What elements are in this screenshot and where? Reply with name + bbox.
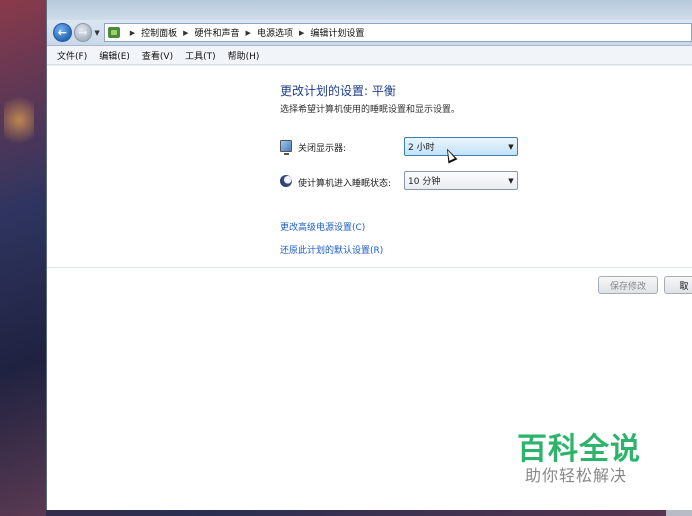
chevron-right-icon[interactable]: ▶ [183, 29, 188, 37]
menu-bar: 文件(F) 编辑(E) 查看(V) 工具(T) 帮助(H) [47, 46, 692, 65]
address-bar[interactable]: ▶ 控制面板 ▶ 硬件和声音 ▶ 电源选项 ▶ 编辑计划设置 [103, 23, 692, 42]
turn-off-display-label: 关闭显示器: [298, 144, 347, 154]
breadcrumb-power-options[interactable]: 电源选项 [257, 26, 293, 39]
monitor-icon [280, 140, 292, 155]
navigation-bar: ← → ▼ ▶ 控制面板 ▶ 硬件和声音 ▶ 电源选项 ▶ 编辑计划设置 [47, 20, 692, 46]
chevron-right-icon[interactable]: ▶ [246, 29, 251, 37]
divider [47, 267, 692, 268]
chevron-right-icon[interactable]: ▶ [299, 29, 304, 37]
main-content: 更改计划的设置: 平衡 选择希望计算机使用的睡眠设置和显示设置。 关闭显示器: … [47, 66, 692, 510]
sleep-label: 使计算机进入睡眠状态: [298, 179, 392, 189]
cancel-button[interactable]: 取 [664, 276, 692, 294]
menu-view[interactable]: 查看(V) [142, 49, 173, 62]
back-arrow-icon[interactable]: ← [53, 23, 72, 42]
sleep-select[interactable]: 10 分钟 ▼ [404, 171, 518, 190]
breadcrumb-control-panel[interactable]: 控制面板 [141, 26, 177, 39]
turn-off-display-value: 2 小时 [408, 143, 435, 153]
breadcrumb-hardware-sound[interactable]: 硬件和声音 [195, 26, 240, 39]
recent-pages-dropdown-icon[interactable]: ▼ [94, 29, 99, 37]
menu-tools[interactable]: 工具(T) [185, 49, 216, 62]
breadcrumb-edit-plan[interactable]: 编辑计划设置 [310, 26, 364, 39]
chevron-down-icon: ▼ [508, 176, 514, 185]
page-description: 选择希望计算机使用的睡眠设置和显示设置。 [280, 105, 461, 115]
menu-help[interactable]: 帮助(H) [228, 49, 260, 62]
control-panel-window: ← → ▼ ▶ 控制面板 ▶ 硬件和声音 ▶ 电源选项 ▶ 编辑计划设置 文件(… [46, 0, 692, 510]
advanced-power-settings-link[interactable]: 更改高级电源设置(C) [280, 220, 365, 233]
menu-edit[interactable]: 编辑(E) [99, 49, 130, 62]
save-changes-button[interactable]: 保存修改 [598, 276, 658, 294]
restore-defaults-link[interactable]: 还原此计划的默认设置(R) [280, 243, 383, 256]
forward-arrow-icon[interactable]: → [73, 23, 93, 42]
desktop-background [0, 0, 46, 516]
desktop-artwork [4, 90, 34, 150]
chevron-down-icon: ▼ [508, 142, 514, 151]
menu-file[interactable]: 文件(F) [57, 49, 87, 62]
control-panel-icon [107, 27, 120, 38]
title-bar[interactable] [47, 0, 692, 20]
chevron-right-icon[interactable]: ▶ [130, 29, 135, 37]
turn-off-display-select[interactable]: 2 小时 ▼ [404, 137, 518, 156]
moon-icon [280, 175, 292, 187]
page-title: 更改计划的设置: 平衡 [280, 84, 396, 98]
sleep-value: 10 分钟 [408, 177, 441, 187]
watermark-slogan: 助你轻松解决 [525, 466, 628, 485]
